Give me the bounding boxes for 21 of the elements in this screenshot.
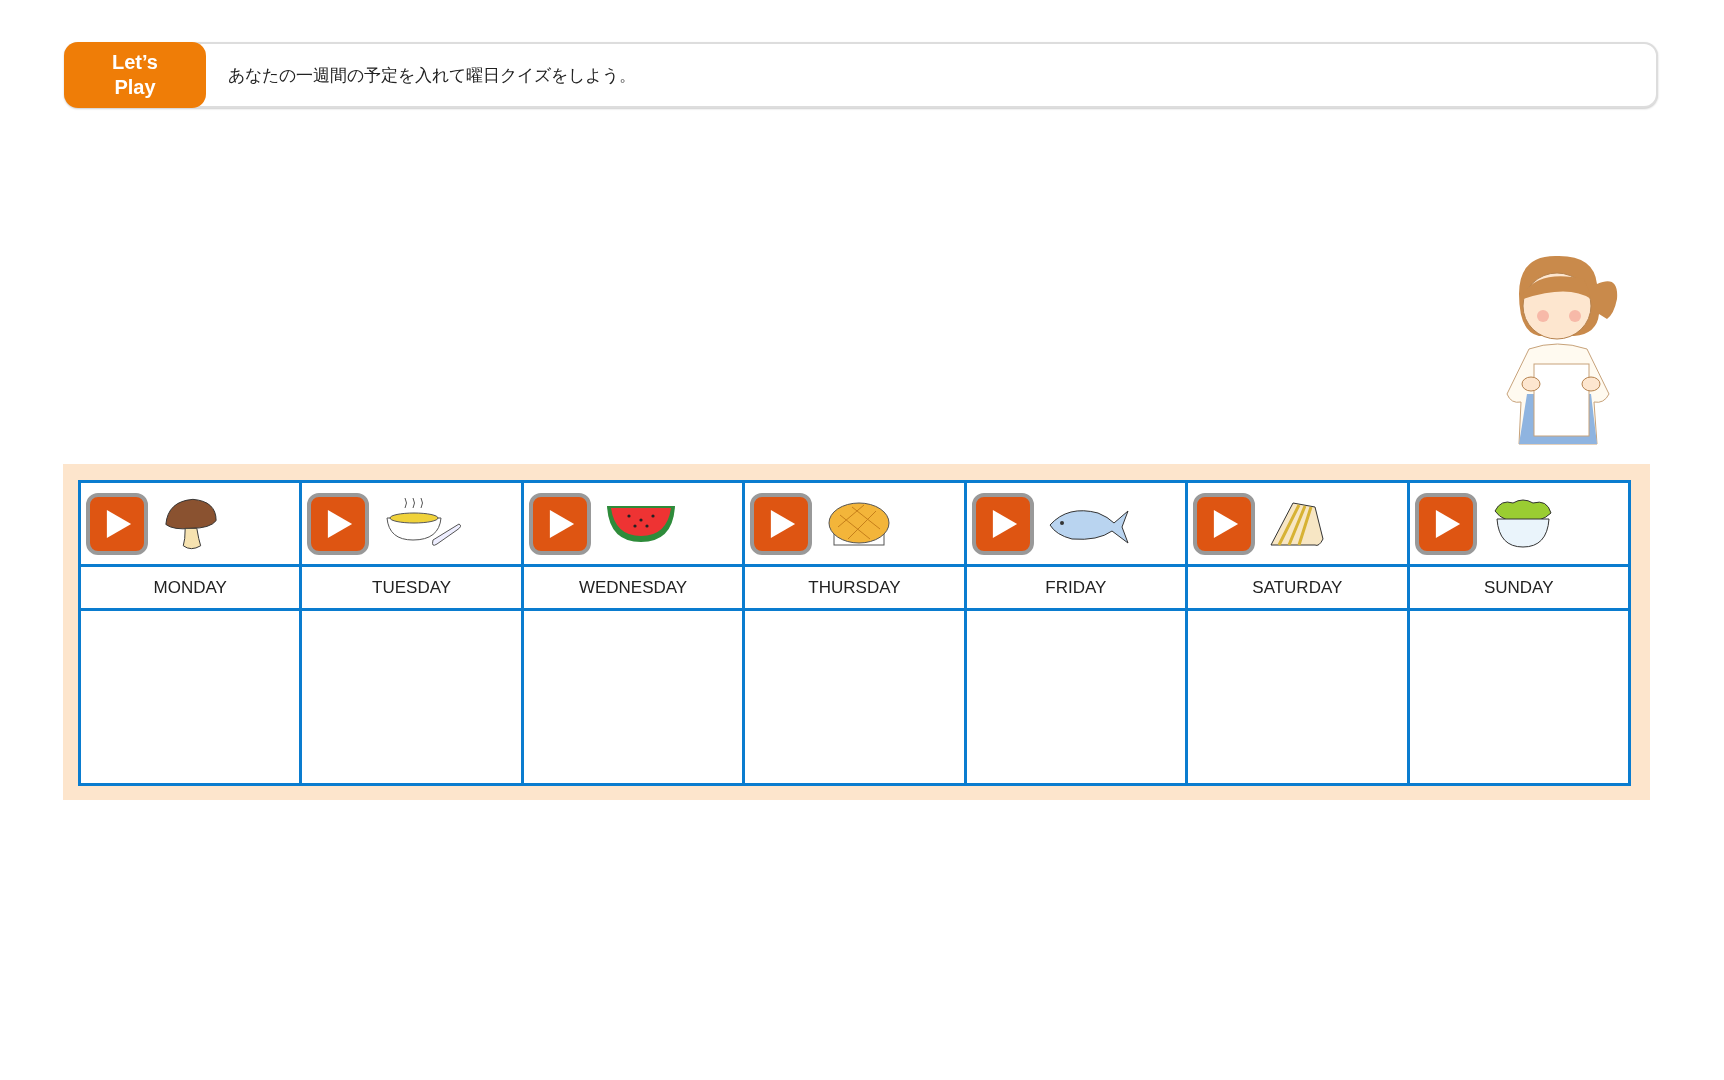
play-button[interactable] <box>750 492 813 555</box>
day-label: SUNDAY <box>1409 567 1628 611</box>
lets-play-badge: Let’s Play <box>64 42 206 108</box>
play-icon <box>105 507 133 540</box>
day-label: THURSDAY <box>745 567 964 611</box>
instruction-text: あなたの一週間の予定を入れて曜日クイズをしよう。 <box>228 63 636 87</box>
play-icon <box>990 507 1019 540</box>
play-icon <box>1433 507 1462 540</box>
day-label: WEDNESDAY <box>523 567 743 611</box>
day-label: FRIDAY <box>966 567 1186 611</box>
play-button[interactable] <box>86 492 148 555</box>
play-button[interactable] <box>307 492 370 555</box>
play-button[interactable] <box>1414 492 1477 555</box>
day-label: SATURDAY <box>1188 567 1407 611</box>
play-button[interactable] <box>528 492 591 555</box>
day-label: TUESDAY <box>302 567 521 611</box>
play-icon <box>547 507 576 540</box>
play-button[interactable] <box>1193 492 1256 555</box>
play-button[interactable] <box>971 492 1034 555</box>
day-label: MONDAY <box>81 567 300 611</box>
mushroom-icon <box>162 496 220 551</box>
